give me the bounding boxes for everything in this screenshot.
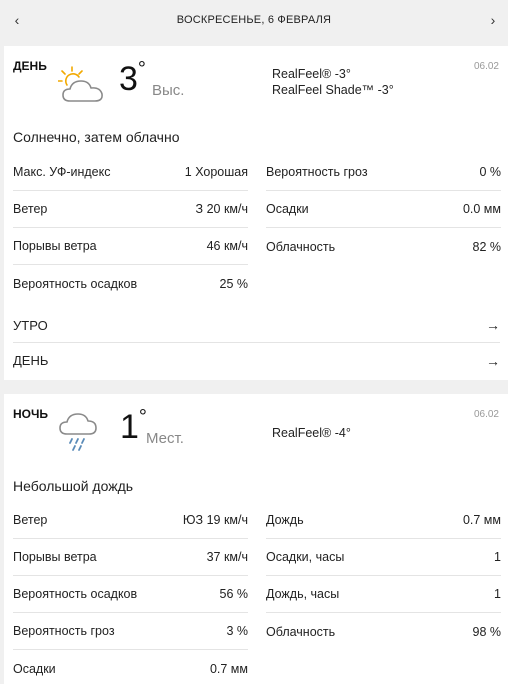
stat-label: Порывы ветра [13, 550, 97, 564]
previous-day-button[interactable]: ‹ [2, 0, 32, 40]
stat-label: Осадки [13, 661, 56, 676]
daytime-link-label: ДЕНЬ [13, 353, 49, 368]
stat-value: 46 км/ч [206, 239, 248, 253]
daytime-link[interactable]: ДЕНЬ → [13, 343, 500, 378]
arrow-right-icon: → [486, 317, 500, 333]
night-card-date: 06.02 [473, 409, 499, 420]
day-realfeel-shade: RealFeel Shade™ -3° [272, 83, 394, 97]
stat-label: Облачность [266, 239, 336, 254]
stat-row: Облачность 98 % [266, 613, 501, 650]
night-stats-left: Ветер ЮЗ 19 км/ч Порывы ветра 37 км/ч Веро… [13, 502, 248, 684]
stat-label: Вероятность осадков [13, 276, 138, 291]
night-temperature-degree: ° [138, 406, 147, 428]
stat-row: Макс. УФ-индекс 1 Хорошая [13, 154, 248, 191]
stat-row: Дождь, часы 1 [266, 576, 501, 613]
partly-sunny-icon [58, 66, 103, 102]
stat-label: Вероятность осадков [13, 587, 138, 601]
stat-label: Осадки, часы [266, 550, 345, 564]
stat-row: Вероятность гроз 3 % [13, 613, 248, 650]
morning-link[interactable]: УТРО → [13, 308, 500, 343]
stat-row: Дождь 0.7 мм [266, 502, 501, 539]
stat-row: Осадки 0.7 мм [13, 650, 248, 684]
next-day-button[interactable]: › [478, 0, 508, 40]
night-forecast-card: НОЧЬ 06.02 1° Мест. RealFeel® -4° Неболь… [4, 394, 508, 684]
day-period-links: УТРО → ДЕНЬ → [13, 308, 500, 378]
stat-label: Дождь, часы [266, 587, 340, 601]
night-temperature-note: Мест. [146, 430, 184, 447]
current-date-label: ВОСКРЕСЕНЬЕ, 6 ФЕВРАЛЯ [176, 14, 332, 26]
stat-row: Осадки, часы 1 [266, 539, 501, 576]
stat-value: 0.7 мм [209, 661, 248, 676]
day-temperature-note: Выс. [152, 82, 185, 99]
stat-label: Макс. УФ-индекс [13, 165, 111, 179]
stat-row: Осадки 0.0 мм [266, 191, 501, 228]
day-phrase: Солнечно, затем облачно [13, 129, 180, 145]
night-phrase: Небольшой дождь [13, 478, 134, 494]
day-card-title: ДЕНЬ [13, 59, 47, 73]
day-card-date: 06.02 [473, 61, 499, 72]
stat-value: 0.7 мм [462, 513, 501, 527]
stat-row: Ветер ЮЗ 19 км/ч [13, 502, 248, 539]
stat-value: 0 % [479, 165, 501, 179]
stat-row: Порывы ветра 37 км/ч [13, 539, 248, 576]
stat-value: 0.0 мм [462, 202, 501, 216]
stat-label: Вероятность гроз [266, 165, 368, 179]
stat-label: Осадки [266, 202, 309, 216]
stat-value: 37 км/ч [206, 550, 248, 564]
stat-label: Облачность [266, 624, 336, 639]
night-realfeel: RealFeel® -4° [272, 426, 351, 440]
day-stats-left: Макс. УФ-индекс 1 Хорошая Ветер З 20 км/ч … [13, 154, 248, 302]
night-temperature-value: 1 [120, 408, 139, 446]
stat-value: 1 [494, 550, 501, 564]
stat-value: 25 % [219, 276, 249, 291]
night-card-title: НОЧЬ [13, 407, 49, 421]
day-stats-right: Вероятность гроз 0 % Осадки 0.0 мм Облачно… [266, 154, 501, 265]
day-temperature: 3° [119, 58, 146, 99]
stat-label: Дождь [266, 513, 304, 527]
stat-label: Порывы ветра [13, 239, 97, 253]
morning-link-label: УТРО [13, 317, 48, 333]
night-realfeel-block: RealFeel® -4° [272, 425, 351, 441]
day-temperature-degree: ° [137, 58, 146, 80]
arrow-right-icon: → [486, 352, 500, 369]
stat-label: Ветер [13, 513, 48, 527]
cloud-rain-icon [59, 413, 97, 451]
date-navigation-bar: ‹ ВОСКРЕСЕНЬЕ, 6 ФЕВРАЛЯ › [0, 0, 508, 40]
chevron-right-icon: › [490, 12, 496, 28]
stat-row: Облачность 82 % [266, 228, 501, 265]
stat-label: Ветер [13, 202, 48, 216]
night-temperature: 1° [120, 406, 147, 447]
stat-value: ЮЗ 19 км/ч [182, 513, 248, 527]
stat-row: Вероятность осадков 56 % [13, 576, 248, 613]
day-realfeel: RealFeel® -3° [272, 67, 351, 81]
stat-value: 1 [494, 587, 501, 601]
stat-value: 82 % [472, 239, 502, 254]
stat-value: 56 % [219, 587, 249, 601]
stat-row: Ветер З 20 км/ч [13, 191, 248, 228]
stat-row: Порывы ветра 46 км/ч [13, 228, 248, 265]
day-realfeel-block: RealFeel® -3° RealFeel Shade™ -3° [272, 66, 394, 98]
stat-row: Вероятность осадков 25 % [13, 265, 248, 302]
stat-row: Вероятность гроз 0 % [266, 154, 501, 191]
night-stats-right: Дождь 0.7 мм Осадки, часы 1 Дождь, часы 1 О… [266, 502, 501, 650]
day-forecast-card: ДЕНЬ 06.02 3° Выс. RealFeel® -3° RealFee… [4, 46, 508, 380]
stat-value: 98 % [472, 624, 502, 639]
stat-label: Вероятность гроз [13, 624, 115, 638]
stat-value: 1 Хорошая [184, 165, 248, 179]
stat-value: 3 % [226, 624, 248, 638]
stat-value: З 20 км/ч [195, 202, 248, 216]
day-temperature-value: 3 [119, 60, 138, 98]
chevron-left-icon: ‹ [14, 12, 20, 28]
